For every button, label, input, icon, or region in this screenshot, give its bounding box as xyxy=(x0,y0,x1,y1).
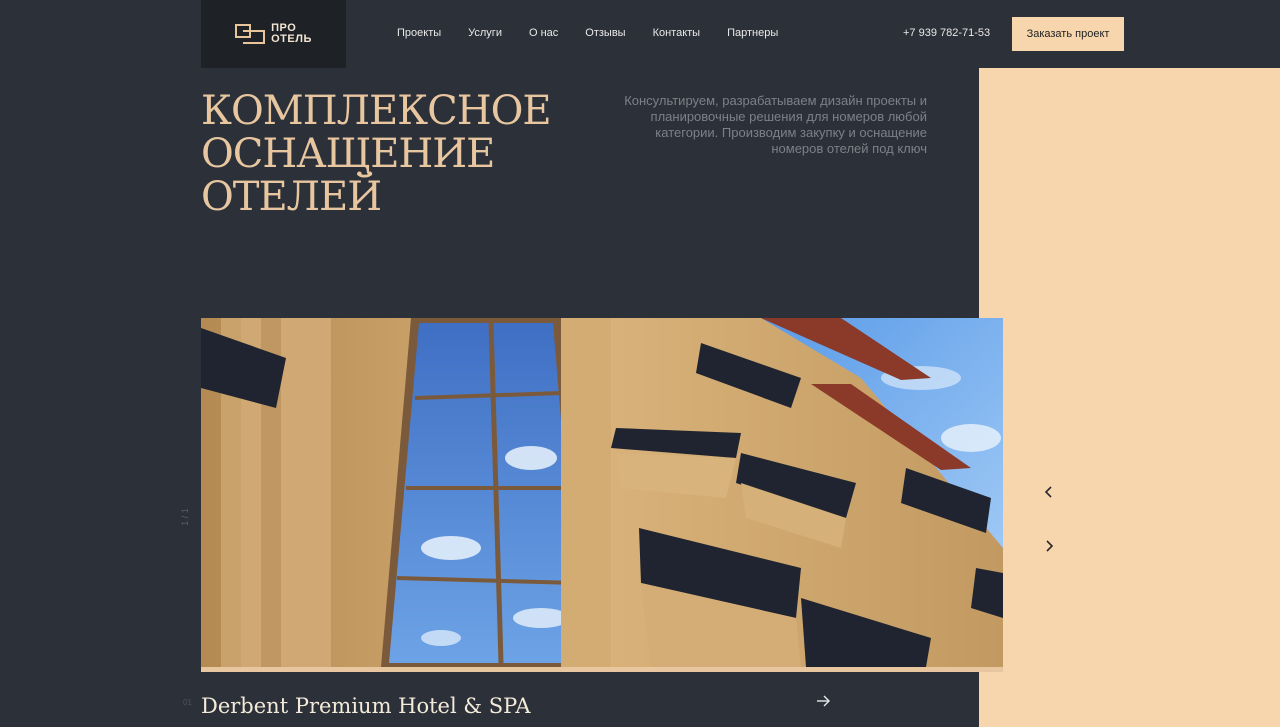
logo-mark-icon xyxy=(235,24,266,44)
chevron-right-icon xyxy=(1046,540,1054,552)
hero-lead: Консультируем, разрабатываем дизайн прое… xyxy=(624,93,927,156)
slide-title[interactable]: Derbent Premium Hotel & SPA xyxy=(201,694,531,718)
hotel-photo xyxy=(201,318,1003,667)
logo[interactable]: ПРО ОТЕЛЬ xyxy=(201,0,346,68)
chevron-left-icon xyxy=(1044,486,1052,498)
nav-item-projects[interactable]: Проекты xyxy=(397,27,441,39)
main-nav: Проекты Услуги О нас Отзывы Контакты Пар… xyxy=(397,27,778,39)
phone-link[interactable]: +7 939 782-71-53 xyxy=(903,27,990,39)
logo-line-2: ОТЕЛЬ xyxy=(271,33,312,45)
nav-item-about[interactable]: О нас xyxy=(529,27,558,39)
slider-next-button[interactable] xyxy=(1038,534,1062,558)
nav-item-contacts[interactable]: Контакты xyxy=(653,27,701,39)
open-project-button[interactable] xyxy=(811,689,835,713)
nav-item-reviews[interactable]: Отзывы xyxy=(585,27,625,39)
nav-item-services[interactable]: Услуги xyxy=(468,27,502,39)
nav-item-partners[interactable]: Партнеры xyxy=(727,27,778,39)
hero-headline: КОМПЛЕКСНОЕ ОСНАЩЕНИЕ ОТЕЛЕЙ xyxy=(201,88,552,220)
hero-headline-text: КОМПЛЕКСНОЕ ОСНАЩЕНИЕ ОТЕЛЕЙ xyxy=(201,88,552,220)
hotel-facade-image xyxy=(201,318,1003,667)
slider-prev-button[interactable] xyxy=(1036,480,1060,504)
logo-text: ПРО ОТЕЛЬ xyxy=(271,23,312,45)
slide-number: 01 xyxy=(183,698,192,707)
order-project-button[interactable]: Заказать проект xyxy=(1012,17,1124,51)
slide-progress-bar xyxy=(201,667,1003,672)
arrow-right-icon xyxy=(817,695,830,707)
peach-side-panel xyxy=(979,68,1280,727)
slide-counter: 1 / 1 xyxy=(179,508,190,526)
